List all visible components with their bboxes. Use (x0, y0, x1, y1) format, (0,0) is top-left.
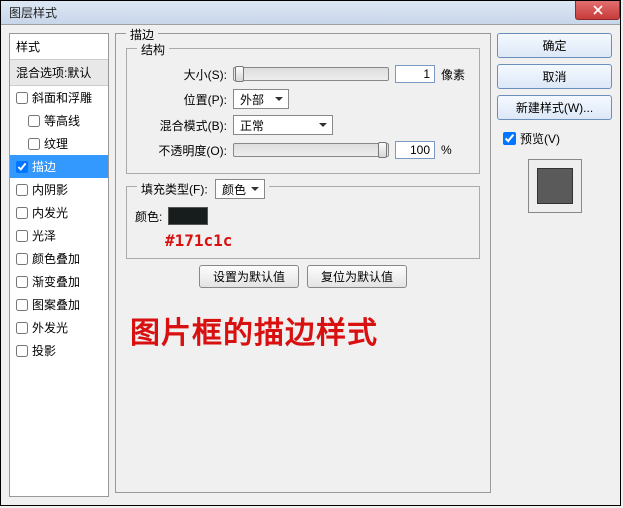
style-checkbox[interactable] (16, 184, 28, 196)
style-list-item[interactable]: 等高线 (10, 109, 108, 132)
close-button[interactable] (575, 1, 620, 20)
style-checkbox[interactable] (16, 253, 28, 265)
style-list-item[interactable]: 颜色叠加 (10, 247, 108, 270)
style-item-label: 内阴影 (32, 181, 68, 198)
cancel-button[interactable]: 取消 (497, 64, 612, 89)
style-list-item[interactable]: 渐变叠加 (10, 270, 108, 293)
structure-title: 结构 (137, 41, 169, 58)
preview-swatch (537, 168, 573, 204)
opacity-unit: % (441, 143, 471, 157)
center-panel: 描边 结构 大小(S): 像素 位置(P): 外部 混合模式(B): (115, 33, 491, 497)
style-checkbox[interactable] (28, 138, 40, 150)
style-list-item[interactable]: 内发光 (10, 201, 108, 224)
style-list-item[interactable]: 图案叠加 (10, 293, 108, 316)
style-checkbox[interactable] (16, 230, 28, 242)
style-item-label: 外发光 (32, 319, 68, 336)
style-checkbox[interactable] (16, 299, 28, 311)
style-item-label: 纹理 (44, 135, 68, 152)
style-checkbox[interactable] (16, 92, 28, 104)
position-row: 位置(P): 外部 (135, 89, 471, 109)
position-label: 位置(P): (135, 91, 227, 108)
size-unit: 像素 (441, 66, 471, 83)
style-list-header: 样式 (10, 34, 108, 60)
size-input[interactable] (395, 65, 435, 83)
position-select[interactable]: 外部 (233, 89, 289, 109)
color-row: 颜色: (135, 207, 471, 225)
fill-title: 填充类型(F): 颜色 (137, 179, 269, 199)
preview-box (528, 159, 582, 213)
preview-label: 预览(V) (520, 130, 560, 147)
style-list-item[interactable]: 光泽 (10, 224, 108, 247)
size-slider[interactable] (233, 67, 389, 81)
blend-row: 混合模式(B): 正常 (135, 115, 471, 135)
style-checkbox[interactable] (16, 322, 28, 334)
size-row: 大小(S): 像素 (135, 65, 471, 83)
stroke-fieldset: 描边 结构 大小(S): 像素 位置(P): 外部 混合模式(B): (115, 33, 491, 493)
annotation-text: 图片框的描边样式 (126, 308, 480, 352)
style-item-label: 等高线 (44, 112, 80, 129)
style-item-label: 渐变叠加 (32, 273, 80, 290)
style-list: 样式 混合选项:默认 斜面和浮雕等高线纹理描边内阴影内发光光泽颜色叠加渐变叠加图… (9, 33, 109, 497)
color-label: 颜色: (135, 208, 162, 225)
reset-default-button[interactable]: 复位为默认值 (307, 265, 407, 288)
style-item-label: 描边 (32, 158, 56, 175)
opacity-input[interactable] (395, 141, 435, 159)
slider-thumb[interactable] (235, 66, 244, 82)
color-hex-annotation: #171c1c (165, 231, 471, 250)
style-item-label: 投影 (32, 342, 56, 359)
new-style-button[interactable]: 新建样式(W)... (497, 95, 612, 120)
opacity-label: 不透明度(O): (135, 142, 227, 159)
style-item-label: 内发光 (32, 204, 68, 221)
default-buttons-row: 设置为默认值 复位为默认值 (126, 265, 480, 288)
style-checkbox[interactable] (28, 115, 40, 127)
filltype-select[interactable]: 颜色 (215, 179, 265, 199)
style-item-label: 光泽 (32, 227, 56, 244)
right-panel: 确定 取消 新建样式(W)... 预览(V) (497, 33, 612, 497)
make-default-button[interactable]: 设置为默认值 (199, 265, 299, 288)
style-checkbox[interactable] (16, 207, 28, 219)
preview-checkbox[interactable] (503, 132, 516, 145)
blend-label: 混合模式(B): (135, 117, 227, 134)
style-list-item[interactable]: 投影 (10, 339, 108, 362)
opacity-slider[interactable] (233, 143, 389, 157)
blend-options-header[interactable]: 混合选项:默认 (10, 60, 108, 86)
style-item-label: 颜色叠加 (32, 250, 80, 267)
window-title: 图层样式 (9, 4, 57, 21)
style-list-item[interactable]: 描边 (10, 155, 108, 178)
style-checkbox[interactable] (16, 161, 28, 173)
style-item-label: 图案叠加 (32, 296, 80, 313)
color-swatch[interactable] (168, 207, 208, 225)
style-list-item[interactable]: 纹理 (10, 132, 108, 155)
blend-select[interactable]: 正常 (233, 115, 333, 135)
style-list-item[interactable]: 内阴影 (10, 178, 108, 201)
style-checkbox[interactable] (16, 276, 28, 288)
titlebar: 图层样式 (1, 1, 620, 25)
dialog-body: 样式 混合选项:默认 斜面和浮雕等高线纹理描边内阴影内发光光泽颜色叠加渐变叠加图… (1, 25, 620, 505)
opacity-row: 不透明度(O): % (135, 141, 471, 159)
style-list-item[interactable]: 斜面和浮雕 (10, 86, 108, 109)
preview-checkbox-row[interactable]: 预览(V) (497, 130, 612, 147)
dialog-window: 图层样式 样式 混合选项:默认 斜面和浮雕等高线纹理描边内阴影内发光光泽颜色叠加… (0, 0, 621, 506)
close-icon (593, 5, 603, 15)
structure-fieldset: 结构 大小(S): 像素 位置(P): 外部 混合模式(B): 正常 (126, 48, 480, 174)
size-label: 大小(S): (135, 66, 227, 83)
style-checkbox[interactable] (16, 345, 28, 357)
fill-fieldset: 填充类型(F): 颜色 颜色: #171c1c (126, 186, 480, 259)
slider-thumb[interactable] (378, 142, 387, 158)
ok-button[interactable]: 确定 (497, 33, 612, 58)
style-item-label: 斜面和浮雕 (32, 89, 92, 106)
style-list-item[interactable]: 外发光 (10, 316, 108, 339)
